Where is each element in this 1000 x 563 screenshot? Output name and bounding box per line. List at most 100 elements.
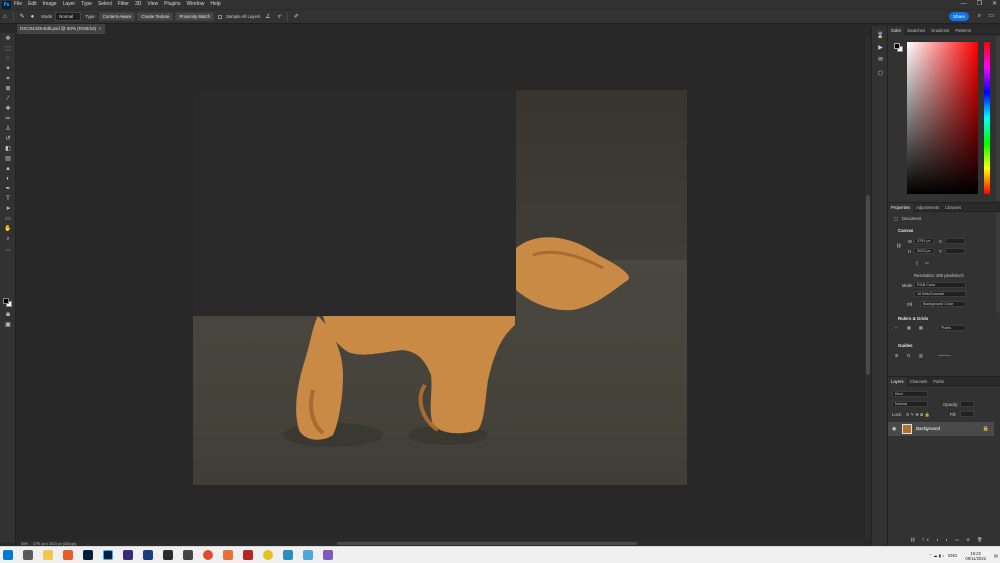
marquee-tool-icon[interactable]: ⬚ bbox=[3, 45, 13, 54]
menu-plugins[interactable]: Plugins bbox=[161, 0, 183, 9]
tab-properties[interactable]: Properties bbox=[888, 202, 914, 212]
pen-tool-icon[interactable]: ✒ bbox=[3, 185, 13, 194]
grid-icon[interactable]: ▦ bbox=[907, 325, 911, 330]
rectangle-tool-icon[interactable]: ▭ bbox=[3, 215, 13, 224]
rulers-icon[interactable]: ⌐ bbox=[895, 325, 897, 330]
app-icon[interactable] bbox=[323, 550, 333, 560]
hand-tool-icon[interactable]: ✋ bbox=[3, 225, 13, 234]
brush-tool-icon[interactable]: ✏ bbox=[3, 115, 13, 124]
lock-guides-icon[interactable]: ⊡ bbox=[907, 353, 911, 358]
lock-icon[interactable]: 🔒 bbox=[983, 422, 989, 436]
app-icon[interactable] bbox=[283, 550, 293, 560]
sample-all-layers-checkbox[interactable] bbox=[218, 14, 223, 19]
panel-scrollbar[interactable] bbox=[996, 36, 1000, 201]
history-brush-tool-icon[interactable]: ↺ bbox=[3, 135, 13, 144]
create-texture-button[interactable]: Create Texture bbox=[137, 12, 174, 21]
landscape-orientation-icon[interactable]: ▭ bbox=[925, 260, 929, 265]
share-button[interactable]: Share bbox=[949, 12, 969, 21]
fill-select[interactable]: Background Color bbox=[920, 301, 966, 307]
brush-preset-icon[interactable]: ● bbox=[31, 14, 35, 20]
app-icon[interactable] bbox=[203, 550, 213, 560]
foreground-color-swatch[interactable] bbox=[3, 298, 9, 304]
fill-field[interactable] bbox=[960, 411, 974, 417]
menu-select[interactable]: Select bbox=[95, 0, 115, 9]
scrollbar-thumb[interactable] bbox=[337, 542, 637, 545]
height-field[interactable]: 3023 px bbox=[914, 248, 934, 254]
tab-gradients[interactable]: Gradients bbox=[928, 26, 952, 35]
portrait-orientation-icon[interactable]: ▯ bbox=[916, 260, 918, 265]
menu-3d[interactable]: 3D bbox=[132, 0, 144, 9]
home-icon[interactable]: ⌂ bbox=[3, 14, 7, 20]
3d-panel-icon[interactable]: ⬡ bbox=[876, 70, 885, 78]
firefox-icon[interactable] bbox=[63, 550, 73, 560]
menu-type[interactable]: Type bbox=[78, 0, 95, 9]
menu-layer[interactable]: Layer bbox=[60, 0, 79, 9]
tab-layers[interactable]: Layers bbox=[888, 376, 907, 386]
more-tools-icon[interactable]: ⋯ bbox=[3, 247, 13, 256]
windows-start-icon[interactable] bbox=[3, 550, 13, 560]
type-tool-icon[interactable]: T bbox=[3, 195, 13, 204]
bit-depth-select[interactable]: 16 Bits/Channel bbox=[914, 291, 966, 297]
pressure-size-icon[interactable]: ✐ bbox=[294, 13, 299, 20]
blend-mode-select[interactable]: Normal bbox=[892, 401, 928, 407]
menu-image[interactable]: Image bbox=[40, 0, 60, 9]
eyedropper-tool-icon[interactable]: ⁄ bbox=[3, 95, 13, 104]
clock[interactable]: 16:22 09/11/2022 bbox=[965, 551, 986, 561]
pixel-grid-icon[interactable]: ▩ bbox=[919, 325, 923, 330]
tab-color[interactable]: Color bbox=[888, 25, 905, 35]
minimize-button[interactable]: — bbox=[961, 0, 967, 9]
move-tool-icon[interactable]: ✥ bbox=[3, 35, 13, 44]
crop-tool-icon[interactable]: ⌗ bbox=[3, 75, 13, 84]
tab-paths[interactable]: Paths bbox=[930, 377, 947, 386]
terminal-icon[interactable] bbox=[163, 550, 173, 560]
photoshop-taskbar-icon[interactable] bbox=[103, 550, 113, 560]
blur-tool-icon[interactable]: ▲ bbox=[3, 165, 13, 174]
frame-tool-icon[interactable]: ⊠ bbox=[3, 85, 13, 94]
opacity-field[interactable] bbox=[960, 401, 974, 407]
app-icon[interactable] bbox=[223, 550, 233, 560]
menu-file[interactable]: File bbox=[11, 0, 25, 9]
visibility-eye-icon[interactable]: ◉ bbox=[892, 422, 896, 436]
language-indicator[interactable]: ENG bbox=[948, 553, 957, 558]
lock-icons[interactable]: ⊡ ✎ ✥ ⊠ 🔒 bbox=[906, 412, 930, 418]
actions-panel-icon[interactable]: ▶ bbox=[876, 44, 885, 52]
document-canvas[interactable] bbox=[193, 90, 687, 485]
hue-slider[interactable] bbox=[984, 42, 990, 194]
link-icon[interactable]: ⛓ bbox=[896, 243, 901, 249]
menu-window[interactable]: Window bbox=[184, 0, 208, 9]
ruler-units-select[interactable]: Pixels bbox=[938, 325, 966, 331]
gradient-tool-icon[interactable]: ▤ bbox=[3, 155, 13, 164]
file-explorer-icon[interactable] bbox=[43, 550, 53, 560]
guides-icon[interactable]: ⊞ bbox=[895, 353, 899, 358]
proximity-match-button[interactable]: Proximity Match bbox=[175, 12, 215, 21]
guide-color-icon[interactable]: ▥ bbox=[919, 353, 923, 358]
foreground-background-swatch[interactable] bbox=[3, 298, 12, 307]
mode-select[interactable]: Normal bbox=[55, 12, 82, 21]
canvas-area[interactable] bbox=[17, 35, 865, 541]
tab-channels[interactable]: Channels bbox=[907, 377, 931, 386]
layer-actions[interactable]: ⛓ fx ◑ ◐ ▭ ⊕ 🗑 bbox=[910, 537, 985, 543]
lasso-tool-icon[interactable]: ◌ bbox=[3, 55, 13, 64]
close-button[interactable]: ✕ bbox=[992, 0, 997, 9]
magic-wand-tool-icon[interactable]: ✦ bbox=[3, 65, 13, 74]
layer-name[interactable]: Background bbox=[916, 422, 940, 436]
layer-row[interactable]: ◉ Background 🔒 bbox=[888, 422, 994, 436]
app-icon[interactable] bbox=[303, 550, 313, 560]
scrollbar-thumb[interactable] bbox=[866, 195, 870, 375]
x-field[interactable] bbox=[945, 238, 965, 244]
app-icon[interactable] bbox=[183, 550, 193, 560]
guides-heading[interactable]: Guides bbox=[898, 343, 913, 348]
tab-swatches[interactable]: Swatches bbox=[904, 26, 928, 35]
menu-help[interactable]: Help bbox=[207, 0, 223, 9]
path-selection-tool-icon[interactable]: ➤ bbox=[3, 205, 13, 214]
width-field[interactable]: 3791 px bbox=[914, 238, 934, 244]
layer-filter-select[interactable]: Kind bbox=[892, 391, 928, 397]
angle-value[interactable]: 0° bbox=[278, 14, 282, 19]
screen-mode-icon[interactable]: ▣ bbox=[3, 321, 13, 330]
menu-filter[interactable]: Filter bbox=[115, 0, 132, 9]
document-tab[interactable]: DSC04425-Edit.psd @ 50% (RGB/16) × bbox=[17, 24, 105, 34]
y-field[interactable] bbox=[945, 248, 965, 254]
tray-icons[interactable]: ⌃ ☁ ▮ ♪ bbox=[929, 553, 945, 558]
quick-mask-icon[interactable]: ◙ bbox=[3, 311, 13, 320]
color-picker-field[interactable] bbox=[907, 42, 978, 194]
